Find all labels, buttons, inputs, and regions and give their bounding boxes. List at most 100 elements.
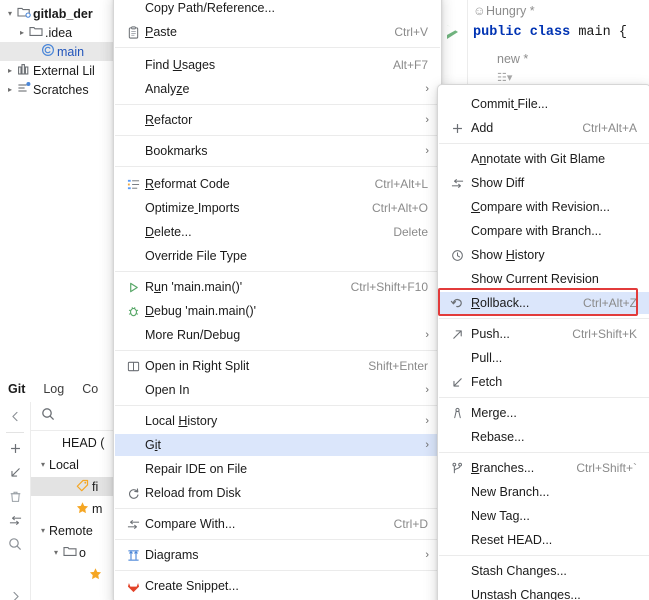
menu-item-shortcut: Ctrl+Alt+L: [374, 177, 428, 191]
menu-item-unstash-changes[interactable]: Unstash Changes...: [439, 584, 649, 600]
menu-item-repair-ide-on-file[interactable]: Repair IDE on File: [115, 458, 440, 480]
chevron-down-icon[interactable]: ▾: [37, 460, 49, 469]
branch-node-label: fi: [92, 479, 99, 494]
menu-item-open-in-right-split[interactable]: Open in Right Split Shift+Enter: [115, 355, 440, 377]
fetch-icon[interactable]: [0, 464, 30, 480]
menu-item-analyze[interactable]: Analyze ›: [115, 78, 440, 100]
menu-item-override-file-type[interactable]: Override File Type: [115, 245, 440, 267]
menu-separator: [115, 104, 440, 105]
chevron-down-icon[interactable]: ▾: [4, 9, 16, 18]
chevron-right-icon: ›: [425, 329, 429, 341]
chevron-down-icon[interactable]: ▾: [37, 526, 49, 535]
debug-icon: [125, 305, 141, 318]
folder-icon: [28, 24, 43, 38]
menu-item-more-run-debug[interactable]: More Run/Debug ›: [115, 324, 440, 346]
menu-item-create-snippet[interactable]: Create Snippet...: [115, 575, 440, 597]
git-submenu[interactable]: Commit File... Add Ctrl+Alt+A Annotate with…: [437, 84, 649, 600]
menu-item-find-usages[interactable]: Find Usages Alt+F7: [115, 54, 440, 76]
menu-item-show-diff[interactable]: Show Diff: [439, 172, 649, 194]
chevron-right-icon[interactable]: ▸: [4, 66, 16, 75]
menu-separator: [439, 318, 649, 319]
menu-item-git[interactable]: Git ›: [115, 434, 440, 456]
menu-item-label: Commit File...: [471, 97, 549, 111]
chevron-down-icon[interactable]: ▾: [50, 548, 62, 557]
menu-item-paste[interactable]: Paste Ctrl+V: [115, 21, 440, 43]
menu-item-diagrams[interactable]: Diagrams ›: [115, 544, 440, 566]
menu-item-annotate-with-git-blame[interactable]: Annotate with Git Blame: [439, 148, 649, 170]
menu-item-open-in[interactable]: Open In ›: [115, 379, 440, 401]
menu-item-compare-with-revision[interactable]: Compare with Revision...: [439, 196, 649, 218]
menu-item-shortcut: Ctrl+Shift+K: [572, 327, 637, 341]
menu-item-label: Create Snippet...: [145, 579, 239, 593]
debug-icon: [127, 305, 140, 318]
branch-node-label: HEAD (: [62, 435, 105, 450]
tag-icon: [75, 479, 90, 495]
menu-item-bookmarks[interactable]: Bookmarks ›: [115, 140, 440, 162]
menu-item-reload-from-disk[interactable]: Reload from Disk: [115, 482, 440, 504]
menu-item-stash-changes[interactable]: Stash Changes...: [439, 560, 649, 582]
menu-item-pull[interactable]: Pull...: [439, 347, 649, 369]
collapse-left-icon[interactable]: [0, 408, 30, 424]
add-icon[interactable]: [0, 440, 30, 456]
menu-item-copy-path-reference[interactable]: Copy Path/Reference...: [115, 0, 440, 19]
menu-separator: [439, 143, 649, 144]
menu-item-label: Show Current Revision: [471, 272, 599, 286]
merge-icon: [451, 407, 464, 420]
menu-item-compare-with[interactable]: Compare With... Ctrl+D: [115, 513, 440, 535]
star-icon: [76, 501, 89, 514]
menu-item-add[interactable]: Add Ctrl+Alt+A: [439, 117, 649, 139]
menu-item-label: Bookmarks: [145, 144, 208, 158]
chevron-right-icon[interactable]: ▸: [4, 85, 16, 94]
menu-item-push[interactable]: Push... Ctrl+Shift+K: [439, 323, 649, 345]
menu-item-optimize-imports[interactable]: Optimize Imports Ctrl+Alt+O: [115, 197, 440, 219]
menu-item-branches[interactable]: Branches... Ctrl+Shift+`: [439, 457, 649, 479]
run-icon: [127, 281, 140, 294]
history-icon: [451, 249, 464, 262]
git-window-tab-co[interactable]: Co: [82, 382, 98, 396]
delete-icon[interactable]: [0, 488, 30, 504]
chevron-right-icon[interactable]: ▸: [16, 28, 28, 37]
rollback-icon: [449, 296, 465, 310]
menu-item-commit-file[interactable]: Commit File...: [439, 93, 649, 115]
menu-item-label: Open In: [145, 383, 190, 397]
expand-right-icon[interactable]: [0, 588, 30, 600]
menu-item-merge[interactable]: Merge...: [439, 402, 649, 424]
git-window-tab-git[interactable]: Git: [8, 382, 25, 396]
menu-item-new-branch[interactable]: New Branch...: [439, 481, 649, 503]
toolbar-divider: [6, 432, 24, 433]
menu-item-compare-with-branch[interactable]: Compare with Branch...: [439, 220, 649, 242]
menu-item-delete[interactable]: Delete... Delete: [115, 221, 440, 243]
run-gutter-icon[interactable]: [447, 25, 458, 39]
menu-item-label: Add: [471, 121, 494, 135]
menu-item-run-main-main[interactable]: Run 'main.main()' Ctrl+Shift+F10: [115, 276, 440, 298]
git-window-tab-log[interactable]: Log: [43, 382, 64, 396]
file-context-menu[interactable]: Copy Path/Reference... Paste Ctrl+V Find Us…: [113, 0, 442, 600]
tree-node-label: gitlab_der: [33, 6, 93, 21]
menu-item-fetch[interactable]: Fetch: [439, 371, 649, 393]
compare-icon[interactable]: [0, 512, 30, 528]
menu-item-label: Stash Changes...: [471, 564, 567, 578]
search-icon[interactable]: [0, 536, 30, 552]
menu-item-label: Reformat Code: [145, 177, 230, 191]
menu-item-new-tag[interactable]: New Tag...: [439, 505, 649, 527]
menu-item-rollback[interactable]: Rollback... Ctrl+Alt+Z: [439, 292, 649, 314]
menu-item-debug-main-main[interactable]: Debug 'main.main()': [115, 300, 440, 322]
menu-item-show-current-revision[interactable]: Show Current Revision: [439, 268, 649, 290]
scratches-icon: [16, 81, 31, 98]
module-folder-icon: [16, 5, 31, 22]
gitlab-icon: [127, 580, 140, 593]
git-window-toolbar[interactable]: [0, 402, 31, 600]
branch-icon: [451, 462, 464, 475]
editor-pane[interactable]: ☺Hungry * public class main { new * ☷▾: [437, 0, 649, 92]
fetch-icon: [449, 376, 465, 389]
menu-item-label: Compare with Revision...: [471, 200, 610, 214]
menu-item-reformat-code[interactable]: Reformat Code Ctrl+Alt+L: [115, 173, 440, 195]
menu-separator: [115, 350, 440, 351]
menu-item-label: Diagrams: [145, 548, 199, 562]
menu-item-show-history[interactable]: Show History: [439, 244, 649, 266]
menu-item-rebase[interactable]: Rebase...: [439, 426, 649, 448]
menu-item-local-history[interactable]: Local History ›: [115, 410, 440, 432]
menu-item-refactor[interactable]: Refactor ›: [115, 109, 440, 131]
menu-separator: [115, 135, 440, 136]
menu-item-reset-head[interactable]: Reset HEAD...: [439, 529, 649, 551]
